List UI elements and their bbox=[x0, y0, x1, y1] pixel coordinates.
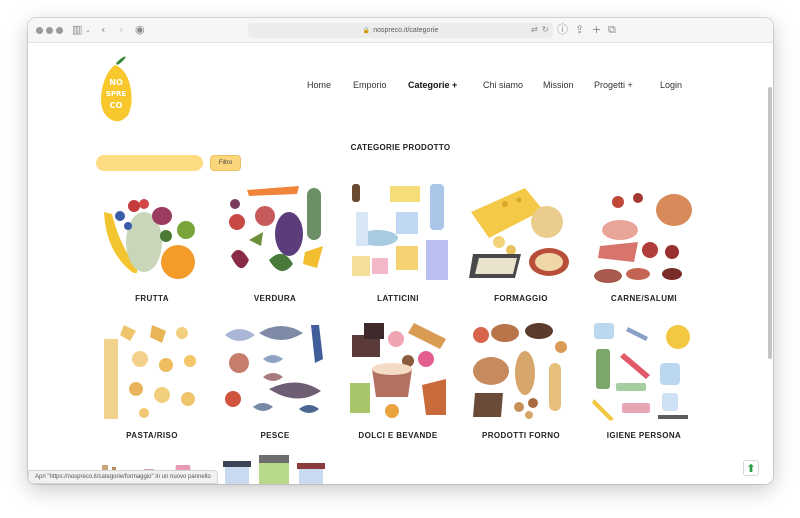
pesce-illustration bbox=[225, 325, 323, 413]
plus-icon: + bbox=[627, 80, 633, 90]
category-label: PESCE bbox=[260, 431, 290, 440]
pasta-riso-illustration bbox=[104, 325, 196, 419]
nav-emporio[interactable]: Emporio bbox=[353, 80, 387, 94]
close-window-button[interactable] bbox=[36, 27, 43, 34]
logo-text-3: CO bbox=[110, 101, 123, 110]
logo-text-1: NO bbox=[109, 78, 123, 87]
chevron-down-icon[interactable]: ⌄ bbox=[85, 23, 91, 37]
category-label: PASTA/RISO bbox=[126, 431, 178, 440]
address-bar[interactable]: 🔒 nospreco.it/categorie bbox=[248, 23, 553, 38]
category-label: IGIENE PERSONA bbox=[606, 431, 682, 440]
nospreco-logo[interactable]: NO SPRE CO bbox=[96, 55, 134, 127]
nav-progetti[interactable]: Progetti + bbox=[594, 80, 633, 94]
category-label: DOLCI E BEVANDE bbox=[358, 431, 438, 440]
download-icon[interactable]: ⓘ bbox=[557, 23, 568, 37]
page-title: CATEGORIE PRODOTTO bbox=[350, 143, 451, 152]
frutta-illustration bbox=[104, 199, 195, 279]
url-text: nospreco.it/categorie bbox=[373, 27, 439, 34]
zoom-window-button[interactable] bbox=[56, 27, 63, 34]
partial-category-illustration-2 bbox=[223, 455, 325, 484]
translate-icon[interactable]: ⇄ bbox=[531, 23, 538, 37]
new-tab-icon[interactable]: + bbox=[592, 23, 601, 37]
page-scrollbar[interactable] bbox=[768, 87, 772, 359]
nav-categorie[interactable]: Categorie + bbox=[408, 80, 457, 94]
prodotti-forno-illustration bbox=[473, 323, 567, 419]
web-page: NO SPRE CO Home Emporio Categorie + Chi … bbox=[28, 43, 773, 484]
tabs-icon[interactable]: ⧉ bbox=[608, 23, 616, 37]
category-label: PRODOTTI FORNO bbox=[481, 431, 561, 440]
category-label: FORMAGGIO bbox=[494, 294, 548, 303]
category-label: VERDURA bbox=[253, 294, 297, 303]
filter-input[interactable] bbox=[96, 155, 203, 171]
nav-chi-siamo[interactable]: Chi siamo bbox=[483, 80, 523, 94]
logo-text-2: SPRE bbox=[106, 90, 127, 98]
carne-salumi-illustration bbox=[594, 193, 692, 283]
category-label: CARNE/SALUMI bbox=[610, 294, 678, 303]
category-label: FRUTTA bbox=[135, 294, 169, 303]
browser-toolbar: ▥ ⌄ ‹ › ◉ 🔒 nospreco.it/categorie ⇄ ↻ ⓘ … bbox=[28, 18, 773, 43]
plus-icon: + bbox=[452, 80, 458, 90]
share-icon[interactable]: ⇪ bbox=[575, 23, 584, 37]
shield-icon[interactable]: ◉ bbox=[135, 23, 145, 37]
back-icon[interactable]: ‹ bbox=[101, 23, 105, 37]
category-label: LATTICINI bbox=[377, 294, 419, 303]
reload-icon[interactable]: ↻ bbox=[542, 23, 549, 37]
link-status-bar: Apri "https://nospreco.it/categorie/form… bbox=[28, 470, 218, 484]
browser-window: ▥ ⌄ ‹ › ◉ 🔒 nospreco.it/categorie ⇄ ↻ ⓘ … bbox=[28, 18, 773, 484]
forward-icon[interactable]: › bbox=[119, 23, 123, 37]
nav-mission[interactable]: Mission bbox=[543, 80, 574, 94]
nav-home[interactable]: Home bbox=[307, 80, 331, 94]
dolci-bevande-illustration bbox=[350, 323, 446, 418]
latticini-illustration bbox=[352, 184, 448, 280]
lock-icon: 🔒 bbox=[362, 28, 371, 34]
igiene-persona-illustration bbox=[592, 323, 690, 421]
nav-progetti-label: Progetti bbox=[594, 80, 626, 90]
filter-button[interactable]: Filtro bbox=[210, 155, 241, 171]
minimize-window-button[interactable] bbox=[46, 27, 53, 34]
nav-login[interactable]: Login bbox=[660, 80, 682, 94]
verdura-illustration bbox=[229, 186, 323, 272]
scroll-to-top-icon[interactable]: ⬆ bbox=[743, 460, 759, 476]
sidebar-icon[interactable]: ▥ bbox=[72, 23, 82, 37]
nav-categorie-label: Categorie bbox=[408, 80, 450, 90]
formaggio-illustration bbox=[469, 188, 569, 278]
